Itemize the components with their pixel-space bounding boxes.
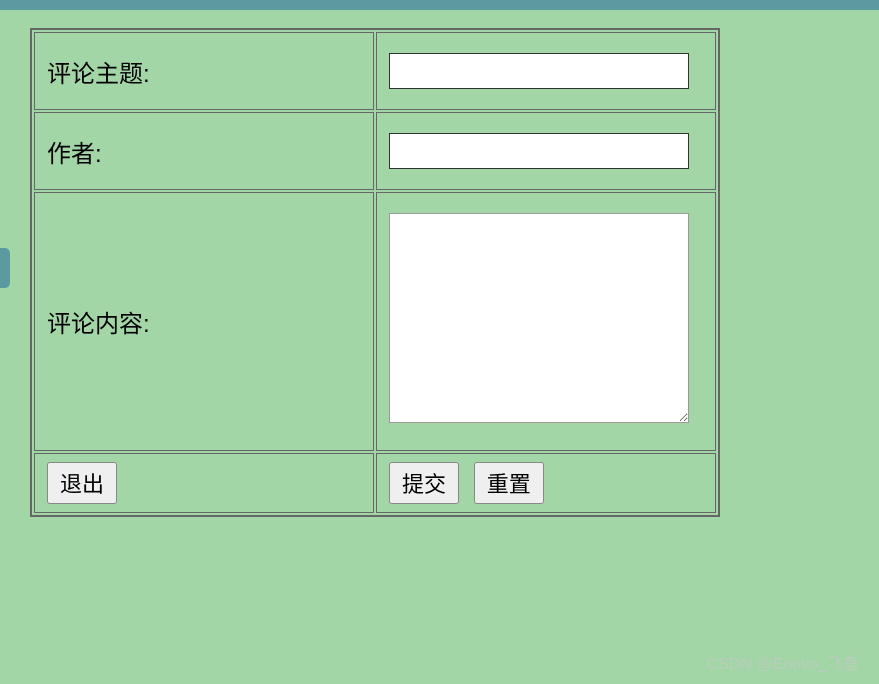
table-row: 评论内容:	[34, 192, 716, 451]
top-bar	[0, 0, 879, 10]
topic-input-cell	[376, 32, 716, 110]
exit-button[interactable]: 退出	[47, 462, 117, 504]
exit-cell: 退出	[34, 453, 374, 513]
content-label: 评论内容:	[47, 311, 150, 338]
reset-button[interactable]: 重置	[474, 462, 544, 504]
author-input[interactable]	[389, 133, 689, 169]
content-input-cell	[376, 192, 716, 451]
content-label-cell: 评论内容:	[34, 192, 374, 451]
author-label-cell: 作者:	[34, 112, 374, 190]
topic-input[interactable]	[389, 53, 689, 89]
left-edge	[0, 10, 12, 310]
watermark: CSDN @Enovo_飞鱼	[707, 650, 859, 674]
comment-form-table: 评论主题: 作者: 评论内容: 退出 提交 重置	[30, 28, 720, 517]
submit-button[interactable]: 提交	[389, 462, 459, 504]
author-input-cell	[376, 112, 716, 190]
author-label: 作者:	[47, 141, 102, 168]
table-row: 评论主题:	[34, 32, 716, 110]
topic-label: 评论主题:	[47, 61, 150, 88]
submit-reset-cell: 提交 重置	[376, 453, 716, 513]
topic-label-cell: 评论主题:	[34, 32, 374, 110]
content-textarea[interactable]	[389, 213, 689, 423]
button-row: 退出 提交 重置	[34, 453, 716, 513]
table-row: 作者:	[34, 112, 716, 190]
